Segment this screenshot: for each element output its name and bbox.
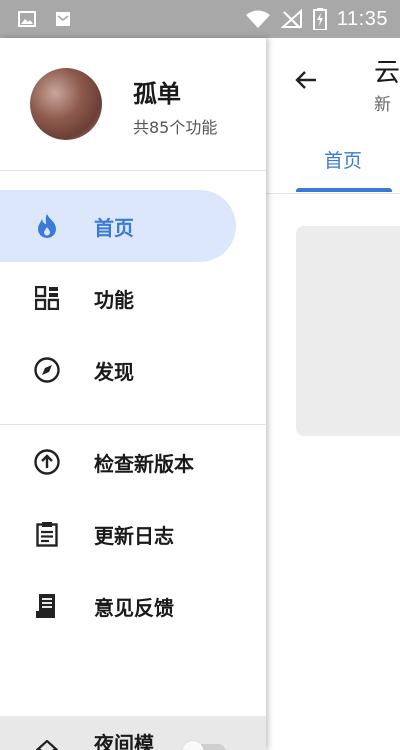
profile-name: 孤单 [133, 80, 181, 108]
profile-feature-count: 共85个功能 [133, 118, 218, 137]
nav-item-label: 更新日志 [94, 523, 174, 548]
status-time: 11:35 [336, 7, 388, 30]
clipboard-icon [33, 520, 61, 548]
divider [0, 170, 266, 171]
nav-item-feedback[interactable]: 意见反馈 [0, 570, 236, 642]
nav-item-label: 首页 [94, 215, 134, 240]
compass-icon [33, 356, 61, 384]
navigation-drawer: 孤单 共85个功能 首页 功能 发现 检查新版本 更新日志 意见反馈 夜间模 [0, 38, 266, 750]
nav-item-home[interactable]: 首页 [0, 190, 236, 262]
nav-item-changelog[interactable]: 更新日志 [0, 498, 236, 570]
wifi-icon [245, 10, 271, 28]
night-mode-icon [35, 739, 59, 750]
nav-item-label: 功能 [94, 287, 134, 312]
feedback-icon [33, 592, 61, 620]
status-bar: 11:35 [0, 0, 400, 38]
night-mode-toggle[interactable] [182, 741, 226, 750]
grid-icon [33, 284, 61, 312]
nav-item-discover[interactable]: 发现 [0, 334, 236, 406]
arrow-up-circle-icon [33, 448, 61, 476]
night-mode-label: 夜间模 [94, 732, 154, 750]
divider [0, 424, 266, 425]
nav-item-features[interactable]: 功能 [0, 262, 236, 334]
night-mode-row[interactable]: 夜间模 [0, 716, 266, 750]
avatar[interactable] [30, 68, 102, 140]
avatar-image-text [30, 118, 102, 128]
battery-charging-icon [312, 8, 327, 30]
image-icon [18, 10, 36, 28]
nav-item-check-update[interactable]: 检查新版本 [0, 426, 236, 498]
profile-header[interactable]: 孤单 共85个功能 [0, 38, 266, 170]
flame-icon [33, 212, 61, 240]
toggle-knob [182, 741, 204, 750]
nav-item-label: 检查新版本 [94, 451, 194, 476]
nav-item-label: 发现 [94, 359, 134, 384]
nav-item-label: 意见反馈 [94, 595, 174, 620]
mail-icon [54, 10, 72, 28]
drawer-scrim[interactable] [266, 38, 400, 750]
no-signal-icon [280, 9, 303, 29]
